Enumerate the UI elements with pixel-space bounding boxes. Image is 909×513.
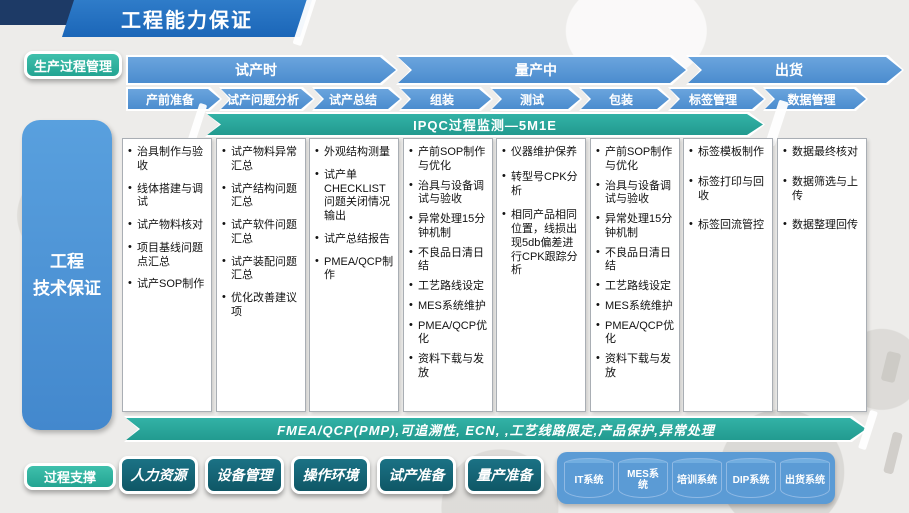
list-item: 异常处理15分钟机制 bbox=[408, 213, 490, 241]
list-item: MES系统维护 bbox=[595, 300, 677, 314]
phase-arrow-mass-production: 量产中 bbox=[396, 55, 688, 85]
list-item: 工艺路线设定 bbox=[595, 280, 677, 294]
list-item: MES系统维护 bbox=[408, 300, 490, 314]
column-trial-summary: 外观结构测量试产单CHECKLIST问题关闭情况输出试产总结报告 PMEA/QCP… bbox=[309, 138, 399, 412]
list-item: 试产SOP制作 bbox=[127, 278, 209, 292]
list-item: 资料下载与发放 bbox=[595, 353, 677, 381]
systems-container: IT系统 MES系统 培训系统 DIP系统 出货系统 bbox=[557, 452, 835, 504]
bullet-list: 产前SOP制作与优化治具与设备调试与验收异常处理15分钟机制不良品日清日结工艺路… bbox=[404, 139, 492, 381]
list-item: 标签回流管控 bbox=[688, 219, 770, 233]
list-item: PMEA/QCP优化 bbox=[595, 320, 677, 348]
list-item: 数据最终核对 bbox=[782, 146, 864, 160]
list-item: 产前SOP制作与优化 bbox=[408, 146, 490, 174]
step-arrow: 组装 bbox=[399, 87, 493, 111]
step-arrow: 测试 bbox=[490, 87, 582, 111]
list-item: 数据筛选与上传 bbox=[782, 176, 864, 204]
support-button-hr: 人力资源 bbox=[119, 456, 198, 494]
step-arrow: 产前准备 bbox=[126, 87, 222, 111]
list-item: 异常处理15分钟机制 bbox=[595, 213, 677, 241]
fmea-banner: FMEA/QCP(PMP),可追溯性, ECN, ,工艺线路限定,产品保护,异常… bbox=[124, 416, 868, 442]
bullet-list: 外观结构测量试产单CHECKLIST问题关闭情况输出试产总结报告 PMEA/QCP… bbox=[310, 139, 398, 283]
list-item: 试产总结报告 bbox=[314, 233, 396, 247]
bullet-list: 产前SOP制作与优化治具与设备调试与验收异常处理15分钟机制不良品日清日结工艺路… bbox=[591, 139, 679, 381]
bullet-list: 数据最终核对数据筛选与上传数据整理回传 bbox=[778, 139, 866, 233]
ipqc-banner: IPQC过程监测—5M1E bbox=[205, 112, 765, 137]
support-button-mass-prep: 量产准备 bbox=[465, 456, 544, 494]
slide: 工程能力保证 生产过程管理 试产时 量产中 出货 产前准备 试产问题分析 试产总… bbox=[0, 0, 909, 513]
list-item: 试产单CHECKLIST问题关闭情况输出 bbox=[314, 169, 396, 224]
system-cylinder-training: 培训系统 bbox=[672, 458, 722, 498]
list-item: PMEA/QCP制作 bbox=[314, 256, 396, 284]
bullet-list: 试产物料异常汇总试产结构问题汇总试产软件问题汇总试产装配问题汇总优化改善建议项 bbox=[217, 139, 305, 320]
list-item: 项目基线问题点汇总 bbox=[127, 242, 209, 270]
support-button-environment: 操作环境 bbox=[291, 456, 370, 494]
column-testing: 仪器维护保养转型号CPK分析相同产品相同位置，线损出现5db偏差进行CPK跟踪分… bbox=[496, 138, 586, 412]
bullet-list: 仪器维护保养转型号CPK分析相同产品相同位置，线损出现5db偏差进行CPK跟踪分… bbox=[497, 139, 585, 278]
column-packaging: 产前SOP制作与优化治具与设备调试与验收异常处理15分钟机制不良品日清日结工艺路… bbox=[590, 138, 680, 412]
step-arrow: 试产问题分析 bbox=[219, 87, 315, 111]
system-cylinder-it: IT系统 bbox=[564, 458, 614, 498]
column-assembly: 产前SOP制作与优化治具与设备调试与验收异常处理15分钟机制不良品日清日结工艺路… bbox=[403, 138, 493, 412]
list-item: 试产物料异常汇总 bbox=[221, 146, 303, 174]
list-item: 治具制作与验收 bbox=[127, 146, 209, 174]
list-item: 转型号CPK分析 bbox=[501, 171, 583, 199]
header-title-shape: 工程能力保证 bbox=[62, 0, 312, 37]
column-label-management: 标签模板制作标签打印与回收标签回流管控 bbox=[683, 138, 773, 412]
phase-arrow-trial: 试产时 bbox=[126, 55, 398, 85]
list-item: PMEA/QCP优化 bbox=[408, 320, 490, 348]
step-arrow: 标签管理 bbox=[668, 87, 766, 111]
list-item: 数据整理回传 bbox=[782, 219, 864, 233]
system-cylinder-dip: DIP系统 bbox=[726, 458, 776, 498]
list-item: 外观结构测量 bbox=[314, 146, 396, 160]
column-trial-issues: 试产物料异常汇总试产结构问题汇总试产软件问题汇总试产装配问题汇总优化改善建议项 bbox=[216, 138, 306, 412]
list-item: 标签模板制作 bbox=[688, 146, 770, 160]
support-button-equipment: 设备管理 bbox=[205, 456, 284, 494]
step-arrow: 试产总结 bbox=[312, 87, 402, 111]
list-item: 治具与设备调试与验收 bbox=[595, 180, 677, 208]
list-item: 试产物料核对 bbox=[127, 219, 209, 233]
list-item: 试产软件问题汇总 bbox=[221, 219, 303, 247]
list-item: 产前SOP制作与优化 bbox=[595, 146, 677, 174]
list-item: 优化改善建议项 bbox=[221, 292, 303, 320]
list-item: 不良品日清日结 bbox=[595, 247, 677, 275]
column-pre-production: 治具制作与验收线体搭建与调试试产物料核对项目基线问题点汇总试产SOP制作 bbox=[122, 138, 212, 412]
list-item: 线体搭建与调试 bbox=[127, 183, 209, 211]
bullet-list: 治具制作与验收线体搭建与调试试产物料核对项目基线问题点汇总试产SOP制作 bbox=[123, 139, 211, 292]
list-item: 试产结构问题汇总 bbox=[221, 183, 303, 211]
list-item: 治具与设备调试与验收 bbox=[408, 180, 490, 208]
list-item: 工艺路线设定 bbox=[408, 280, 490, 294]
sidebar-engineering-assurance: 工程 技术保证 bbox=[22, 120, 112, 430]
system-cylinder-shipping: 出货系统 bbox=[780, 458, 830, 498]
list-item: 资料下载与发放 bbox=[408, 353, 490, 381]
column-data-management: 数据最终核对数据筛选与上传数据整理回传 bbox=[777, 138, 867, 412]
step-arrow: 包装 bbox=[579, 87, 671, 111]
process-support-label: 过程支撑 bbox=[24, 463, 116, 490]
bullet-list: 标签模板制作标签打印与回收标签回流管控 bbox=[684, 139, 772, 233]
process-management-label: 生产过程管理 bbox=[24, 51, 122, 79]
page-title: 工程能力保证 bbox=[121, 4, 253, 33]
system-cylinder-mes: MES系统 bbox=[618, 458, 668, 498]
phase-arrow-shipment: 出货 bbox=[686, 55, 904, 85]
list-item: 仪器维护保养 bbox=[501, 146, 583, 160]
list-item: 试产装配问题汇总 bbox=[221, 256, 303, 284]
support-button-trial-prep: 试产准备 bbox=[377, 456, 456, 494]
list-item: 标签打印与回收 bbox=[688, 176, 770, 204]
list-item: 不良品日清日结 bbox=[408, 247, 490, 275]
list-item: 相同产品相同位置，线损出现5db偏差进行CPK跟踪分析 bbox=[501, 209, 583, 278]
